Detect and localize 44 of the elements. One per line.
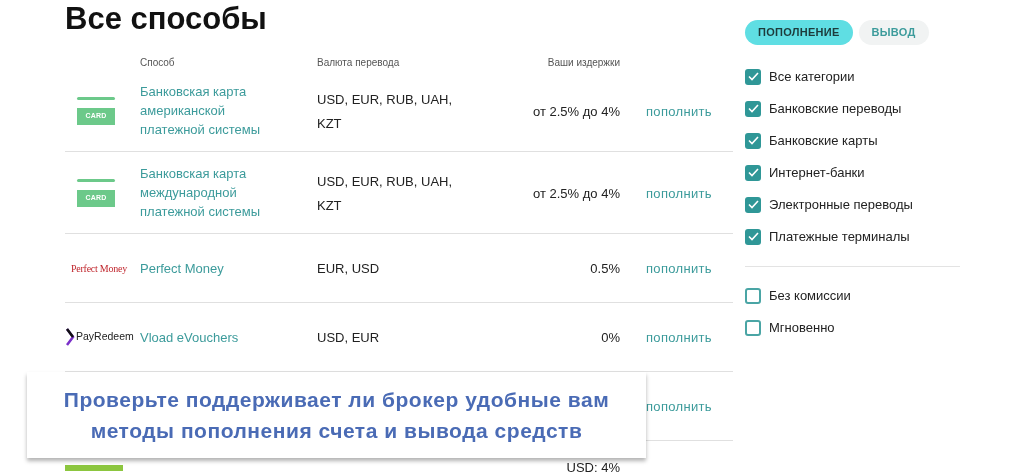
checkbox[interactable] — [745, 100, 761, 117]
method-link[interactable]: Банковская карта международной платежной системы — [140, 164, 277, 221]
currency-text: EUR, USD — [317, 261, 380, 276]
deposit-link[interactable]: пополнить — [646, 261, 712, 276]
cost-text: 0.5% — [590, 261, 620, 276]
checkbox[interactable] — [745, 287, 761, 304]
column-header: Способ — [140, 57, 175, 68]
page-title: Все способы — [65, 1, 267, 37]
method-link[interactable]: Банковская карта американской платежной системы — [140, 82, 277, 139]
checkbox-label: Без комиссии — [769, 286, 851, 305]
deposit-link[interactable]: пополнить — [646, 185, 712, 201]
cost-text: от 2.5% до 4% — [533, 185, 620, 201]
brand-logo: Perfect Money — [71, 261, 127, 276]
checkbox-label: Банковские карты — [769, 131, 878, 150]
column-header: Ваши издержки — [547, 57, 620, 68]
brand-logo — [65, 465, 123, 471]
currency-text: USD, EUR — [317, 330, 380, 345]
brand-logo: PayRedeem — [66, 328, 134, 346]
currency-text: USD, EUR, RUB, UAH, KZT — [317, 91, 453, 131]
checkbox-label: Все категории — [769, 67, 855, 86]
checkbox[interactable] — [745, 228, 761, 245]
currency-text: USD, EUR, RUB, UAH, KZT — [317, 173, 453, 213]
checkbox-label: Интернет-банки — [769, 163, 865, 182]
banner-text: Проверьте поддерживает ли брокер удобные вам методы пополнения счета и вывода средств — [63, 387, 610, 444]
checkbox-label: Банковские переводы — [769, 99, 902, 118]
checkbox[interactable] — [745, 132, 761, 149]
cost-text: 0% — [601, 330, 620, 345]
column-header: Валюта перевода — [317, 57, 400, 68]
method-link[interactable]: Perfect Money — [140, 258, 224, 278]
cost-text: от 2.5% до 4% — [533, 103, 620, 119]
cost-text: USD: 4% — [566, 460, 620, 473]
deposit-link[interactable]: пополнить — [646, 103, 712, 119]
checkbox-label: Платежные терминалы — [769, 227, 910, 246]
checkbox[interactable] — [745, 319, 761, 336]
checkbox[interactable] — [745, 68, 761, 85]
checkbox-label: Электронные переводы — [769, 195, 913, 214]
filter-tab[interactable]: ВЫВОД — [858, 20, 929, 45]
checkbox[interactable] — [745, 196, 761, 213]
deposit-link[interactable]: пополнить — [646, 330, 712, 345]
checkbox[interactable] — [745, 164, 761, 181]
filter-tab[interactable]: ПОПОЛНЕНИЕ — [745, 20, 853, 45]
method-link[interactable]: Vload eVouchers — [140, 327, 239, 347]
checkbox-label: Мгновенно — [769, 318, 835, 337]
deposit-link[interactable]: пополнить — [646, 399, 712, 414]
